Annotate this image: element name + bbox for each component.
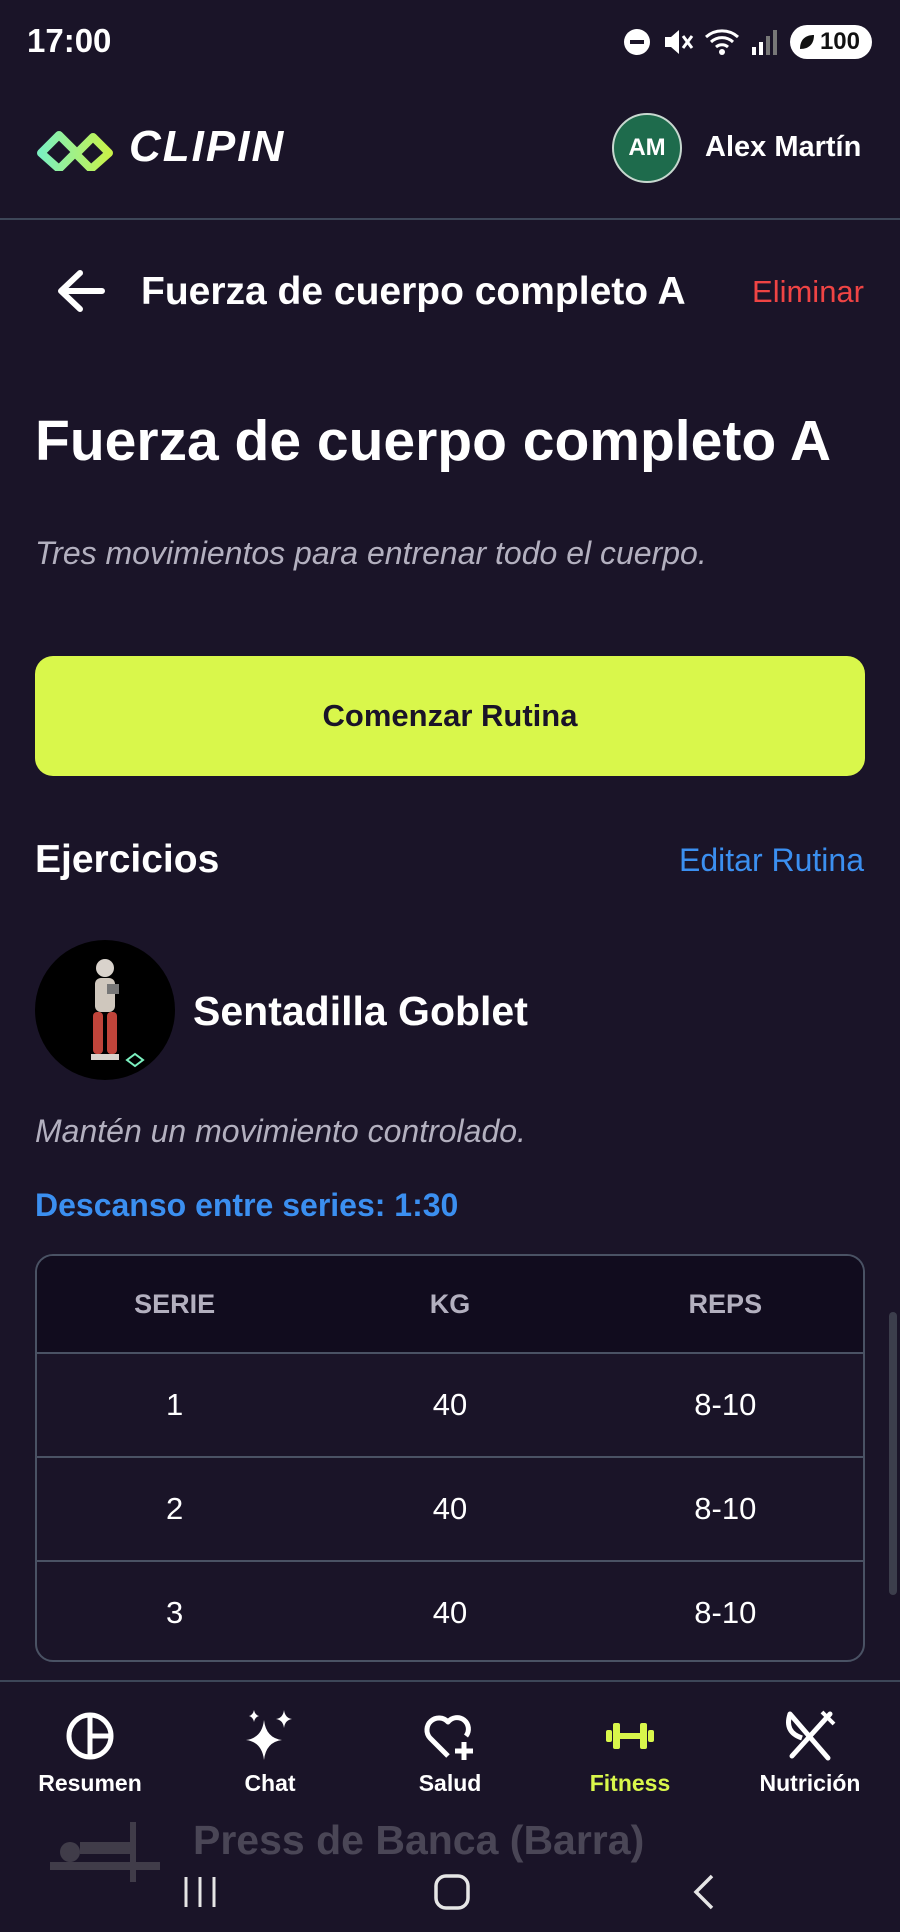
tab-resumen[interactable]: Resumen — [10, 1708, 170, 1797]
table-row: 2 40 8-10 — [37, 1458, 863, 1562]
delete-button[interactable]: Eliminar — [752, 274, 864, 310]
set-reps: 8-10 — [694, 1387, 757, 1422]
routine-title: Fuerza de cuerpo completo A — [35, 409, 832, 473]
home-button[interactable] — [412, 1857, 492, 1927]
scrollbar[interactable] — [889, 1312, 897, 1595]
tab-label: Chat — [244, 1770, 296, 1796]
rest-timer[interactable]: Descanso entre series: 1:30 — [35, 1187, 458, 1224]
tab-chat[interactable]: Chat — [190, 1708, 350, 1797]
brand-name: CLIPIN — [129, 122, 286, 171]
status-icons: 100 — [622, 24, 872, 60]
utensils-icon — [782, 1708, 838, 1764]
table-row: 3 40 8-10 — [37, 1562, 863, 1660]
set-weight: 40 — [432, 1491, 468, 1526]
clipin-logo-icon — [37, 131, 113, 171]
set-weight: 40 — [432, 1595, 468, 1630]
tab-nutricion[interactable]: Nutrición — [730, 1708, 890, 1797]
heart-plus-icon — [422, 1708, 478, 1764]
sets-table: SERIE KG REPS 1 40 8-10 2 40 8-10 3 40 8… — [35, 1254, 865, 1662]
pie-chart-icon — [62, 1708, 118, 1764]
tab-fitness[interactable]: Fitness — [550, 1708, 710, 1797]
status-time: 17:00 — [27, 22, 112, 59]
tab-label: Nutrición — [759, 1770, 861, 1796]
back-button[interactable] — [52, 265, 110, 317]
exercise-figure-image — [91, 959, 145, 1068]
exercise-thumbnail[interactable] — [35, 940, 175, 1080]
set-reps: 8-10 — [694, 1491, 757, 1526]
tab-salud[interactable]: Salud — [370, 1708, 530, 1797]
edit-routine-button[interactable]: Editar Rutina — [679, 842, 864, 879]
user-name[interactable]: Alex Martín — [705, 131, 861, 164]
brand-logo[interactable]: CLIPIN — [35, 122, 285, 172]
battery-indicator: 100 — [789, 25, 872, 59]
routine-description: Tres movimientos para entrenar todo el c… — [35, 535, 707, 571]
column-header-reps: REPS — [688, 1288, 763, 1319]
set-number: 2 — [166, 1491, 184, 1526]
tab-label: Fitness — [589, 1770, 671, 1796]
exercise-name[interactable]: Sentadilla Goblet — [193, 988, 528, 1035]
header-divider — [0, 218, 900, 220]
mute-icon — [664, 30, 694, 54]
set-reps: 8-10 — [694, 1595, 757, 1630]
user-avatar[interactable]: AM — [612, 113, 682, 183]
tab-label: Salud — [418, 1770, 482, 1796]
arrow-left-icon — [58, 270, 105, 312]
column-header-serie: SERIE — [134, 1288, 216, 1319]
signal-icon — [751, 30, 777, 55]
set-number: 1 — [166, 1387, 184, 1422]
set-number: 3 — [166, 1595, 184, 1630]
set-weight: 40 — [432, 1387, 468, 1422]
bottom-nav: Resumen Chat Salud Fitness Nutrición Pre… — [0, 1680, 900, 1932]
do-not-disturb-icon — [623, 29, 650, 55]
table-header: SERIE KG REPS — [37, 1256, 863, 1354]
column-header-kg: KG — [429, 1288, 471, 1319]
sparkles-icon — [242, 1708, 298, 1764]
recents-icon — [184, 1877, 216, 1907]
home-icon — [434, 1874, 470, 1910]
tab-label: Resumen — [38, 1770, 142, 1796]
chevron-left-icon — [693, 1874, 714, 1910]
recents-button[interactable] — [160, 1857, 240, 1927]
system-back-button[interactable] — [665, 1857, 745, 1927]
battery-level: 100 — [819, 28, 860, 55]
nav-title: Fuerza de cuerpo completo A — [141, 270, 686, 313]
dumbbell-icon — [602, 1708, 658, 1764]
start-routine-button[interactable]: Comenzar Rutina — [35, 656, 865, 776]
table-row: 1 40 8-10 — [37, 1354, 863, 1458]
exercise-note: Mantén un movimiento controlado. — [35, 1113, 526, 1149]
system-nav-bar — [0, 1857, 900, 1932]
exercises-heading: Ejercicios — [35, 838, 220, 881]
leaf-icon — [799, 35, 814, 49]
wifi-icon — [704, 29, 739, 55]
